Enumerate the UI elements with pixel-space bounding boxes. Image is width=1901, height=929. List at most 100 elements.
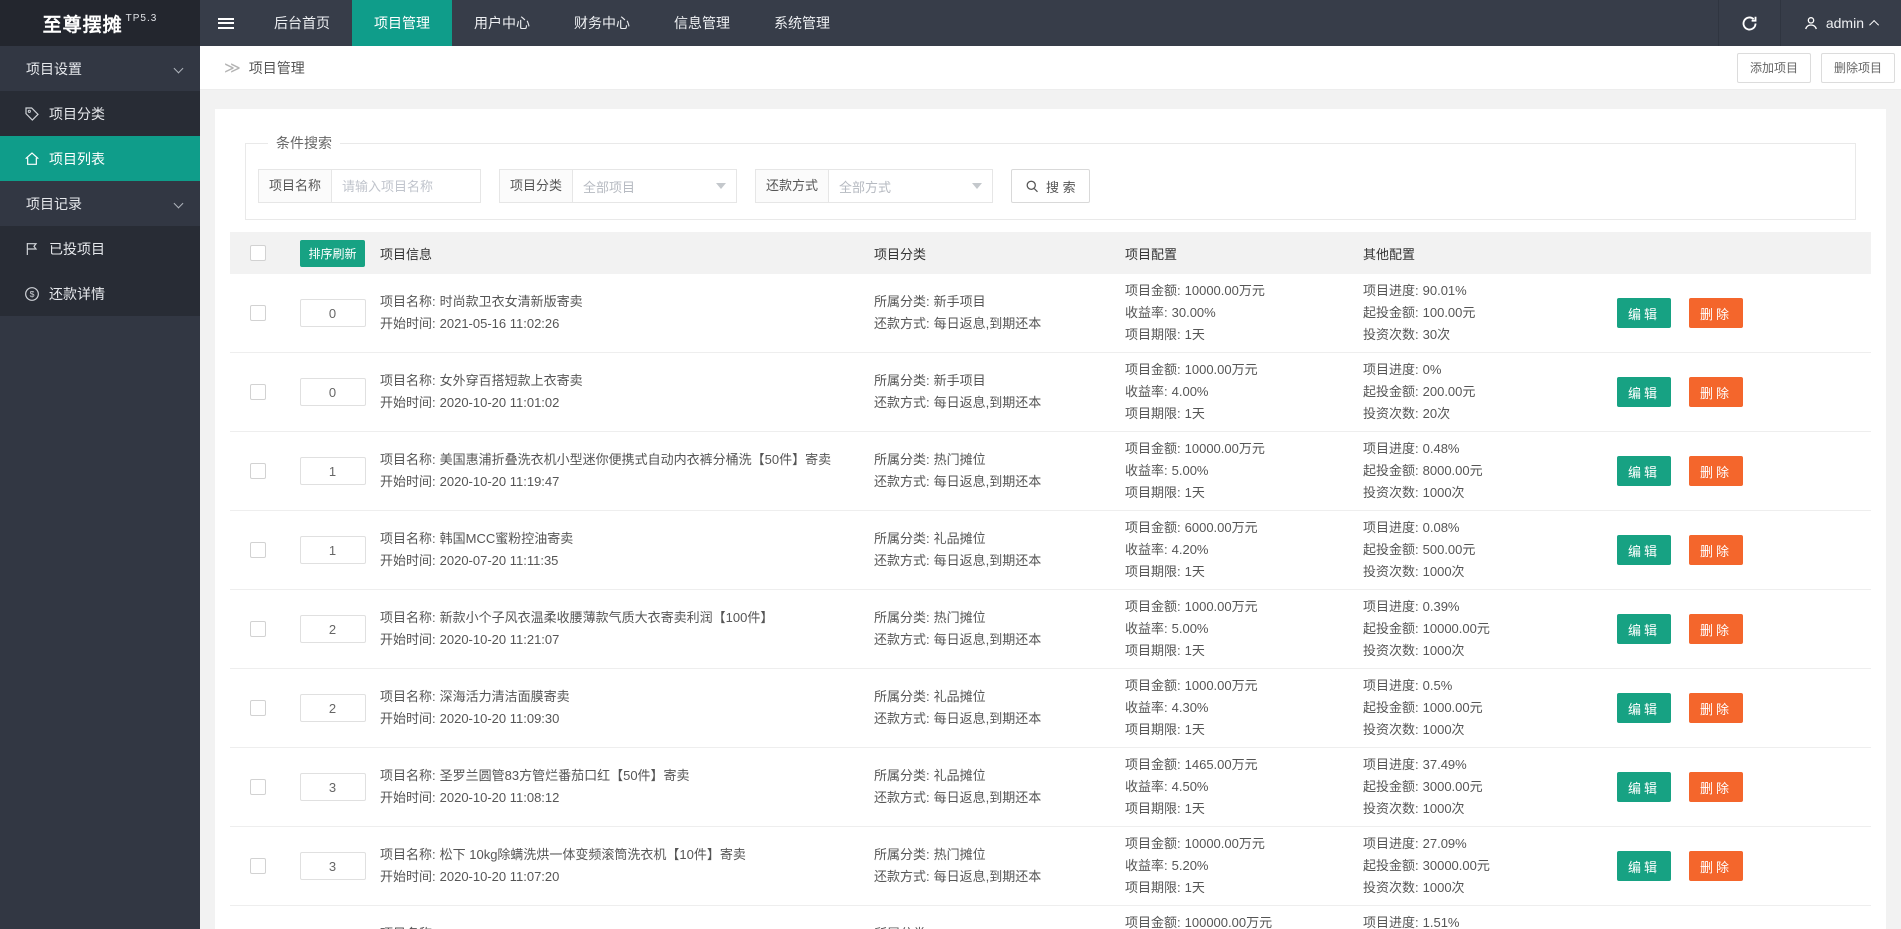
nav-item-users[interactable]: 用户中心 — [452, 0, 552, 46]
delete-button[interactable]: 删除 — [1689, 535, 1743, 565]
edit-button[interactable]: 编辑 — [1617, 535, 1671, 565]
row-checkbox[interactable] — [250, 384, 266, 400]
main-content: ≫ 项目管理 添加项目 删除项目 条件搜索 项目名称 项目分类 全部项目 — [200, 46, 1901, 929]
repay-method-select[interactable]: 全部方式 — [828, 169, 993, 203]
delete-button[interactable]: 删除 — [1689, 614, 1743, 644]
progress-value: 27.09% — [1423, 836, 1467, 851]
sidebar-item-project-category[interactable]: 项目分类 — [0, 91, 200, 136]
category-label: 所属分类: — [874, 294, 930, 309]
project-name-row-label: 项目名称: — [380, 689, 436, 704]
refresh-icon — [1741, 15, 1758, 32]
row-checkbox[interactable] — [250, 700, 266, 716]
select-all-checkbox[interactable] — [250, 245, 266, 261]
amount-label: 项目金额: — [1125, 362, 1181, 377]
amount-value: 10000.00万元 — [1185, 283, 1265, 298]
category-label: 所属分类: — [874, 689, 930, 704]
project-name-input[interactable] — [331, 169, 481, 203]
category-value: 热门摊位 — [934, 610, 986, 625]
add-project-button[interactable]: 添加项目 — [1737, 53, 1811, 83]
page-title: 项目管理 — [249, 58, 305, 78]
sort-order-input[interactable] — [300, 536, 366, 564]
table-row: 项目名称:深海活力清洁面膜寄卖 开始时间:2020-10-20 11:09:30… — [230, 669, 1871, 748]
row-checkbox[interactable] — [250, 779, 266, 795]
edit-button[interactable]: 编辑 — [1617, 614, 1671, 644]
sidebar-item-label: 项目记录 — [26, 194, 82, 214]
sort-order-input[interactable] — [300, 615, 366, 643]
start-time-value: 2020-10-20 11:01:02 — [440, 395, 560, 410]
nav-item-system[interactable]: 系统管理 — [752, 0, 852, 46]
column-header-config: 项目配置 — [1125, 247, 1177, 262]
sort-order-input[interactable] — [300, 852, 366, 880]
sort-order-input[interactable] — [300, 773, 366, 801]
progress-value: 1.51% — [1423, 915, 1460, 929]
delete-button[interactable]: 删除 — [1689, 456, 1743, 486]
search-button-label: 搜 索 — [1046, 177, 1076, 196]
table-body: 项目名称:时尚款卫衣女清新版寄卖 开始时间:2021-05-16 11:02:2… — [230, 274, 1871, 929]
row-checkbox[interactable] — [250, 621, 266, 637]
delete-button[interactable]: 删除 — [1689, 851, 1743, 881]
sidebar-item-repayment-details[interactable]: $ 还款详情 — [0, 271, 200, 316]
sort-order-input[interactable] — [300, 457, 366, 485]
repay-value: 每日返息,到期还本 — [934, 474, 1042, 489]
sort-order-input[interactable] — [300, 694, 366, 722]
delete-button[interactable]: 删除 — [1689, 693, 1743, 723]
edit-button[interactable]: 编辑 — [1617, 377, 1671, 407]
delete-button[interactable]: 删除 — [1689, 772, 1743, 802]
sidebar-group-project-records[interactable]: 项目记录 — [0, 181, 200, 226]
row-checkbox[interactable] — [250, 463, 266, 479]
refresh-button[interactable] — [1718, 0, 1780, 46]
amount-label: 项目金额: — [1125, 836, 1181, 851]
sort-refresh-button[interactable]: 排序刷新 — [300, 240, 364, 267]
min-invest-value: 3000.00元 — [1423, 779, 1483, 794]
search-button[interactable]: 搜 索 — [1011, 169, 1090, 203]
progress-label: 项目进度: — [1363, 678, 1419, 693]
delete-button[interactable]: 删除 — [1689, 298, 1743, 328]
sidebar-item-invested-projects[interactable]: 已投项目 — [0, 226, 200, 271]
row-checkbox[interactable] — [250, 305, 266, 321]
repay-label: 还款方式: — [874, 316, 930, 331]
edit-button[interactable]: 编辑 — [1617, 772, 1671, 802]
edit-button[interactable]: 编辑 — [1617, 693, 1671, 723]
edit-button[interactable]: 编辑 — [1617, 851, 1671, 881]
repay-value: 每日返息,到期还本 — [934, 711, 1042, 726]
column-header-info: 项目信息 — [380, 247, 432, 262]
project-name-value: 美国惠浦折叠洗衣机小型迷你便携式自动内衣裤分桶洗【50件】寄卖 — [440, 452, 831, 467]
amount-label: 项目金额: — [1125, 599, 1181, 614]
rate-label: 收益率: — [1125, 463, 1168, 478]
nav-item-dashboard[interactable]: 后台首页 — [252, 0, 352, 46]
start-time-value: 2021-05-16 11:02:26 — [440, 316, 560, 331]
menu-toggle-button[interactable] — [200, 0, 252, 46]
sidebar-item-label: 项目设置 — [26, 59, 82, 79]
nav-item-projects[interactable]: 项目管理 — [352, 0, 452, 46]
user-menu[interactable]: admin — [1780, 0, 1901, 46]
rate-value: 5.00% — [1172, 463, 1209, 478]
rate-value: 4.20% — [1172, 542, 1209, 557]
nav-item-info[interactable]: 信息管理 — [652, 0, 752, 46]
amount-value: 100000.00万元 — [1185, 915, 1272, 929]
content-card: 条件搜索 项目名称 项目分类 全部项目 还款方式 — [215, 109, 1886, 929]
term-label: 项目期限: — [1125, 801, 1181, 816]
delete-project-button[interactable]: 删除项目 — [1821, 53, 1895, 83]
row-checkbox[interactable] — [250, 858, 266, 874]
sidebar-item-project-list[interactable]: 项目列表 — [0, 136, 200, 181]
min-invest-value: 8000.00元 — [1423, 463, 1483, 478]
nav-item-finance[interactable]: 财务中心 — [552, 0, 652, 46]
project-category-select[interactable]: 全部项目 — [572, 169, 737, 203]
edit-button[interactable]: 编辑 — [1617, 298, 1671, 328]
sidebar-group-project-settings[interactable]: 项目设置 — [0, 46, 200, 91]
sidebar-item-label: 项目列表 — [49, 149, 105, 169]
delete-button[interactable]: 删除 — [1689, 377, 1743, 407]
breadcrumb-bar: ≫ 项目管理 添加项目 删除项目 — [200, 46, 1901, 90]
sort-order-input[interactable] — [300, 299, 366, 327]
edit-button[interactable]: 编辑 — [1617, 456, 1671, 486]
repay-method-value: 全部方式 — [839, 177, 891, 196]
app-window: 至尊摆摊TP5.3 后台首页 项目管理 用户中心 财务中心 信息管理 系统管理 — [0, 0, 1901, 929]
min-invest-label: 起投金额: — [1363, 779, 1419, 794]
repay-label: 还款方式: — [874, 632, 930, 647]
sort-order-input[interactable] — [300, 378, 366, 406]
table-row: 项目名称:新款小个子风衣温柔收腰薄款气质大衣寄卖利润【100件】 开始时间:20… — [230, 590, 1871, 669]
app-logo: 至尊摆摊TP5.3 — [0, 0, 200, 46]
invest-count-value: 1000次 — [1423, 722, 1465, 737]
row-checkbox[interactable] — [250, 542, 266, 558]
term-label: 项目期限: — [1125, 643, 1181, 658]
